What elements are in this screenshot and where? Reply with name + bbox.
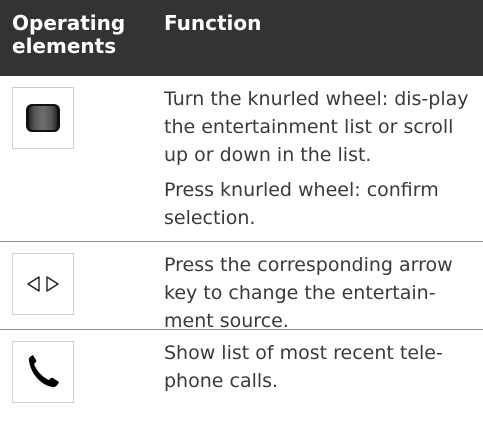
header-function: Function bbox=[164, 11, 262, 35]
function-cell: Show list of most recent tele-phone call… bbox=[150, 330, 483, 442]
operating-elements-table: Operating elements Function Turn the knu… bbox=[0, 0, 483, 442]
table-row: Turn the knurled wheel: dis-play the ent… bbox=[0, 76, 483, 242]
function-cell: Press the corresponding arrow key to cha… bbox=[150, 242, 483, 332]
function-text: Press the corresponding arrow key to cha… bbox=[164, 254, 453, 332]
table-row: Show list of most recent tele-phone call… bbox=[0, 330, 483, 442]
operating-element-cell bbox=[0, 242, 150, 329]
function-text: Show list of most recent tele-phone call… bbox=[164, 342, 443, 392]
knurled-wheel-icon bbox=[12, 87, 74, 149]
function-text: Turn the knurled wheel: dis-play the ent… bbox=[164, 88, 469, 166]
function-cell: Turn the knurled wheel: dis-play the ent… bbox=[150, 76, 483, 241]
header-operating-elements: Operating elements bbox=[12, 11, 126, 58]
table-row: Press the corresponding arrow key to cha… bbox=[0, 242, 483, 332]
operating-element-cell bbox=[0, 76, 150, 241]
arrow-keys-icon bbox=[12, 253, 74, 315]
phone-handset-icon bbox=[12, 341, 74, 403]
operating-element-cell bbox=[0, 330, 150, 442]
function-text: Press knurled wheel: confirm selection. bbox=[164, 179, 439, 229]
table-header: Operating elements Function bbox=[0, 0, 483, 76]
